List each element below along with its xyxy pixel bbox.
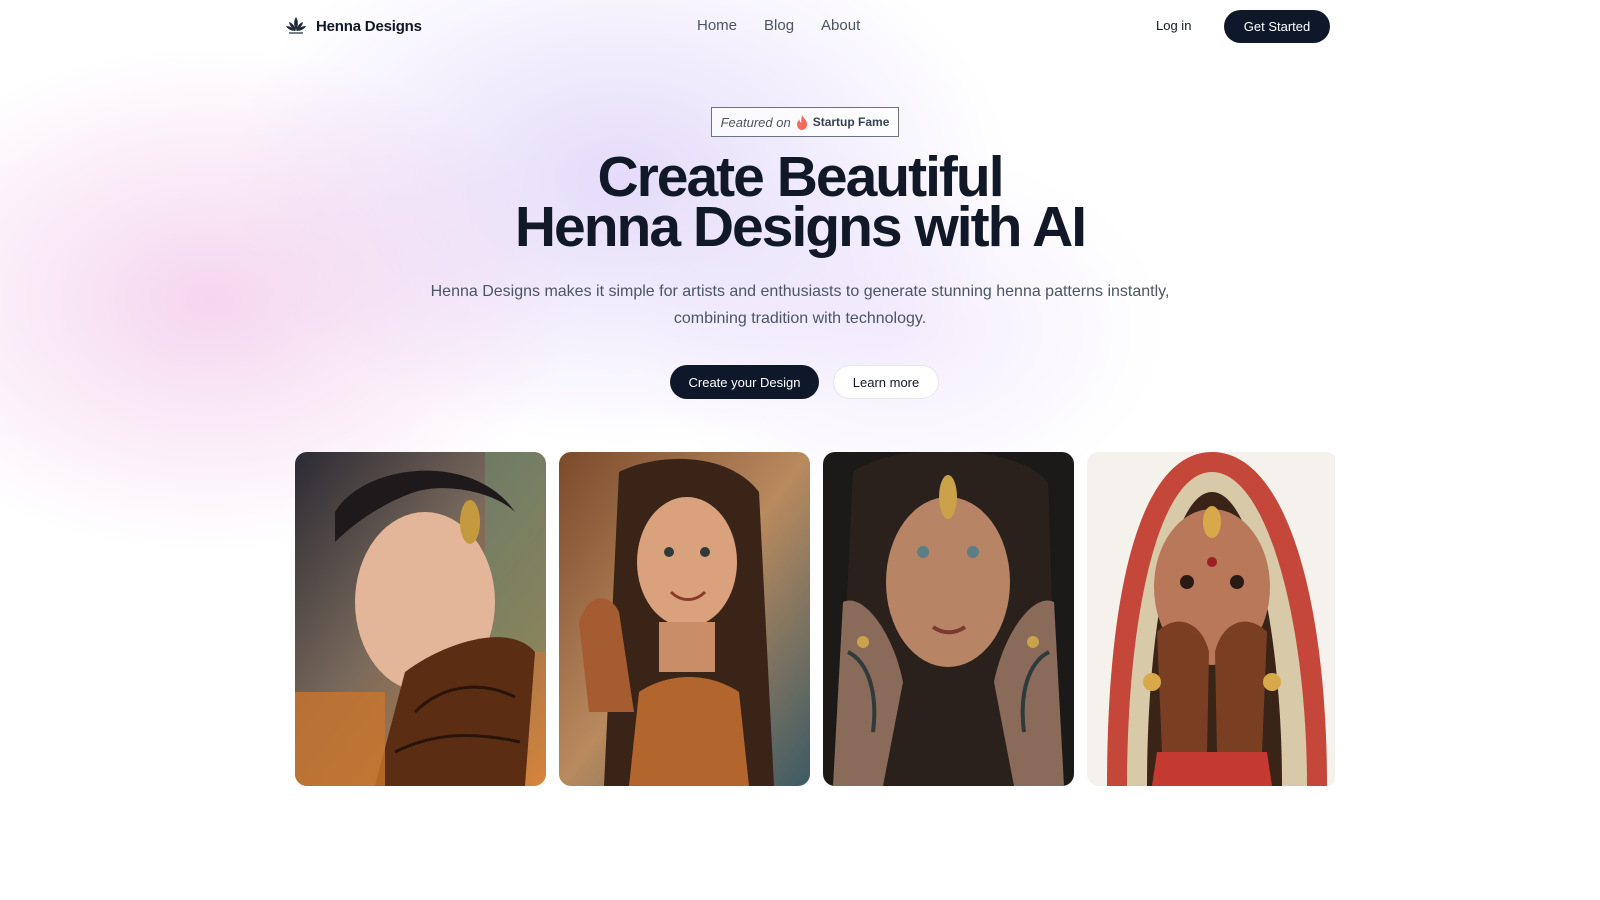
- hero-subtitle-line-1: Henna Designs makes it simple for artist…: [430, 283, 1170, 300]
- main-navigation: Home Blog About: [697, 17, 860, 34]
- henna-portrait-image: [1087, 452, 1335, 786]
- henna-portrait-image: [559, 452, 810, 786]
- gallery-image-4[interactable]: [1087, 452, 1335, 786]
- create-design-button[interactable]: Create your Design: [670, 365, 819, 399]
- gallery-image-1[interactable]: [295, 452, 546, 786]
- flame-icon: [796, 114, 807, 130]
- nav-link-about[interactable]: About: [821, 17, 860, 34]
- learn-more-button[interactable]: Learn more: [833, 365, 939, 399]
- get-started-button[interactable]: Get Started: [1224, 10, 1330, 43]
- hero-subtitle: Henna Designs makes it simple for artist…: [400, 278, 1200, 332]
- henna-portrait-image: [823, 452, 1074, 786]
- gallery-image-3[interactable]: [823, 452, 1074, 786]
- hero-cta-group: Create your Design Learn more: [670, 365, 939, 399]
- brand-logo-link[interactable]: Henna Designs: [284, 14, 422, 38]
- featured-badge[interactable]: Featured on Startup Fame: [711, 107, 899, 137]
- badge-brand-name: Startup Fame: [812, 115, 890, 129]
- gallery-image-2[interactable]: [559, 452, 810, 786]
- nav-link-blog[interactable]: Blog: [764, 17, 794, 34]
- hero-title-line-2: Henna Designs with AI: [514, 195, 1087, 259]
- login-link[interactable]: Log in: [1156, 18, 1191, 33]
- top-navbar: Henna Designs Home Blog About Log in Get…: [0, 0, 1600, 52]
- hero-subtitle-line-2: combining tradition with technology.: [673, 310, 927, 327]
- lotus-icon: [286, 17, 306, 34]
- brand-name: Henna Designs: [316, 17, 422, 35]
- badge-featured-label: Featured on: [720, 114, 791, 130]
- hero-title: Create Beautiful Henna Designs with AI: [400, 149, 1200, 259]
- nav-link-home[interactable]: Home: [697, 17, 737, 34]
- henna-portrait-image: [295, 452, 546, 786]
- image-gallery: [295, 452, 1335, 786]
